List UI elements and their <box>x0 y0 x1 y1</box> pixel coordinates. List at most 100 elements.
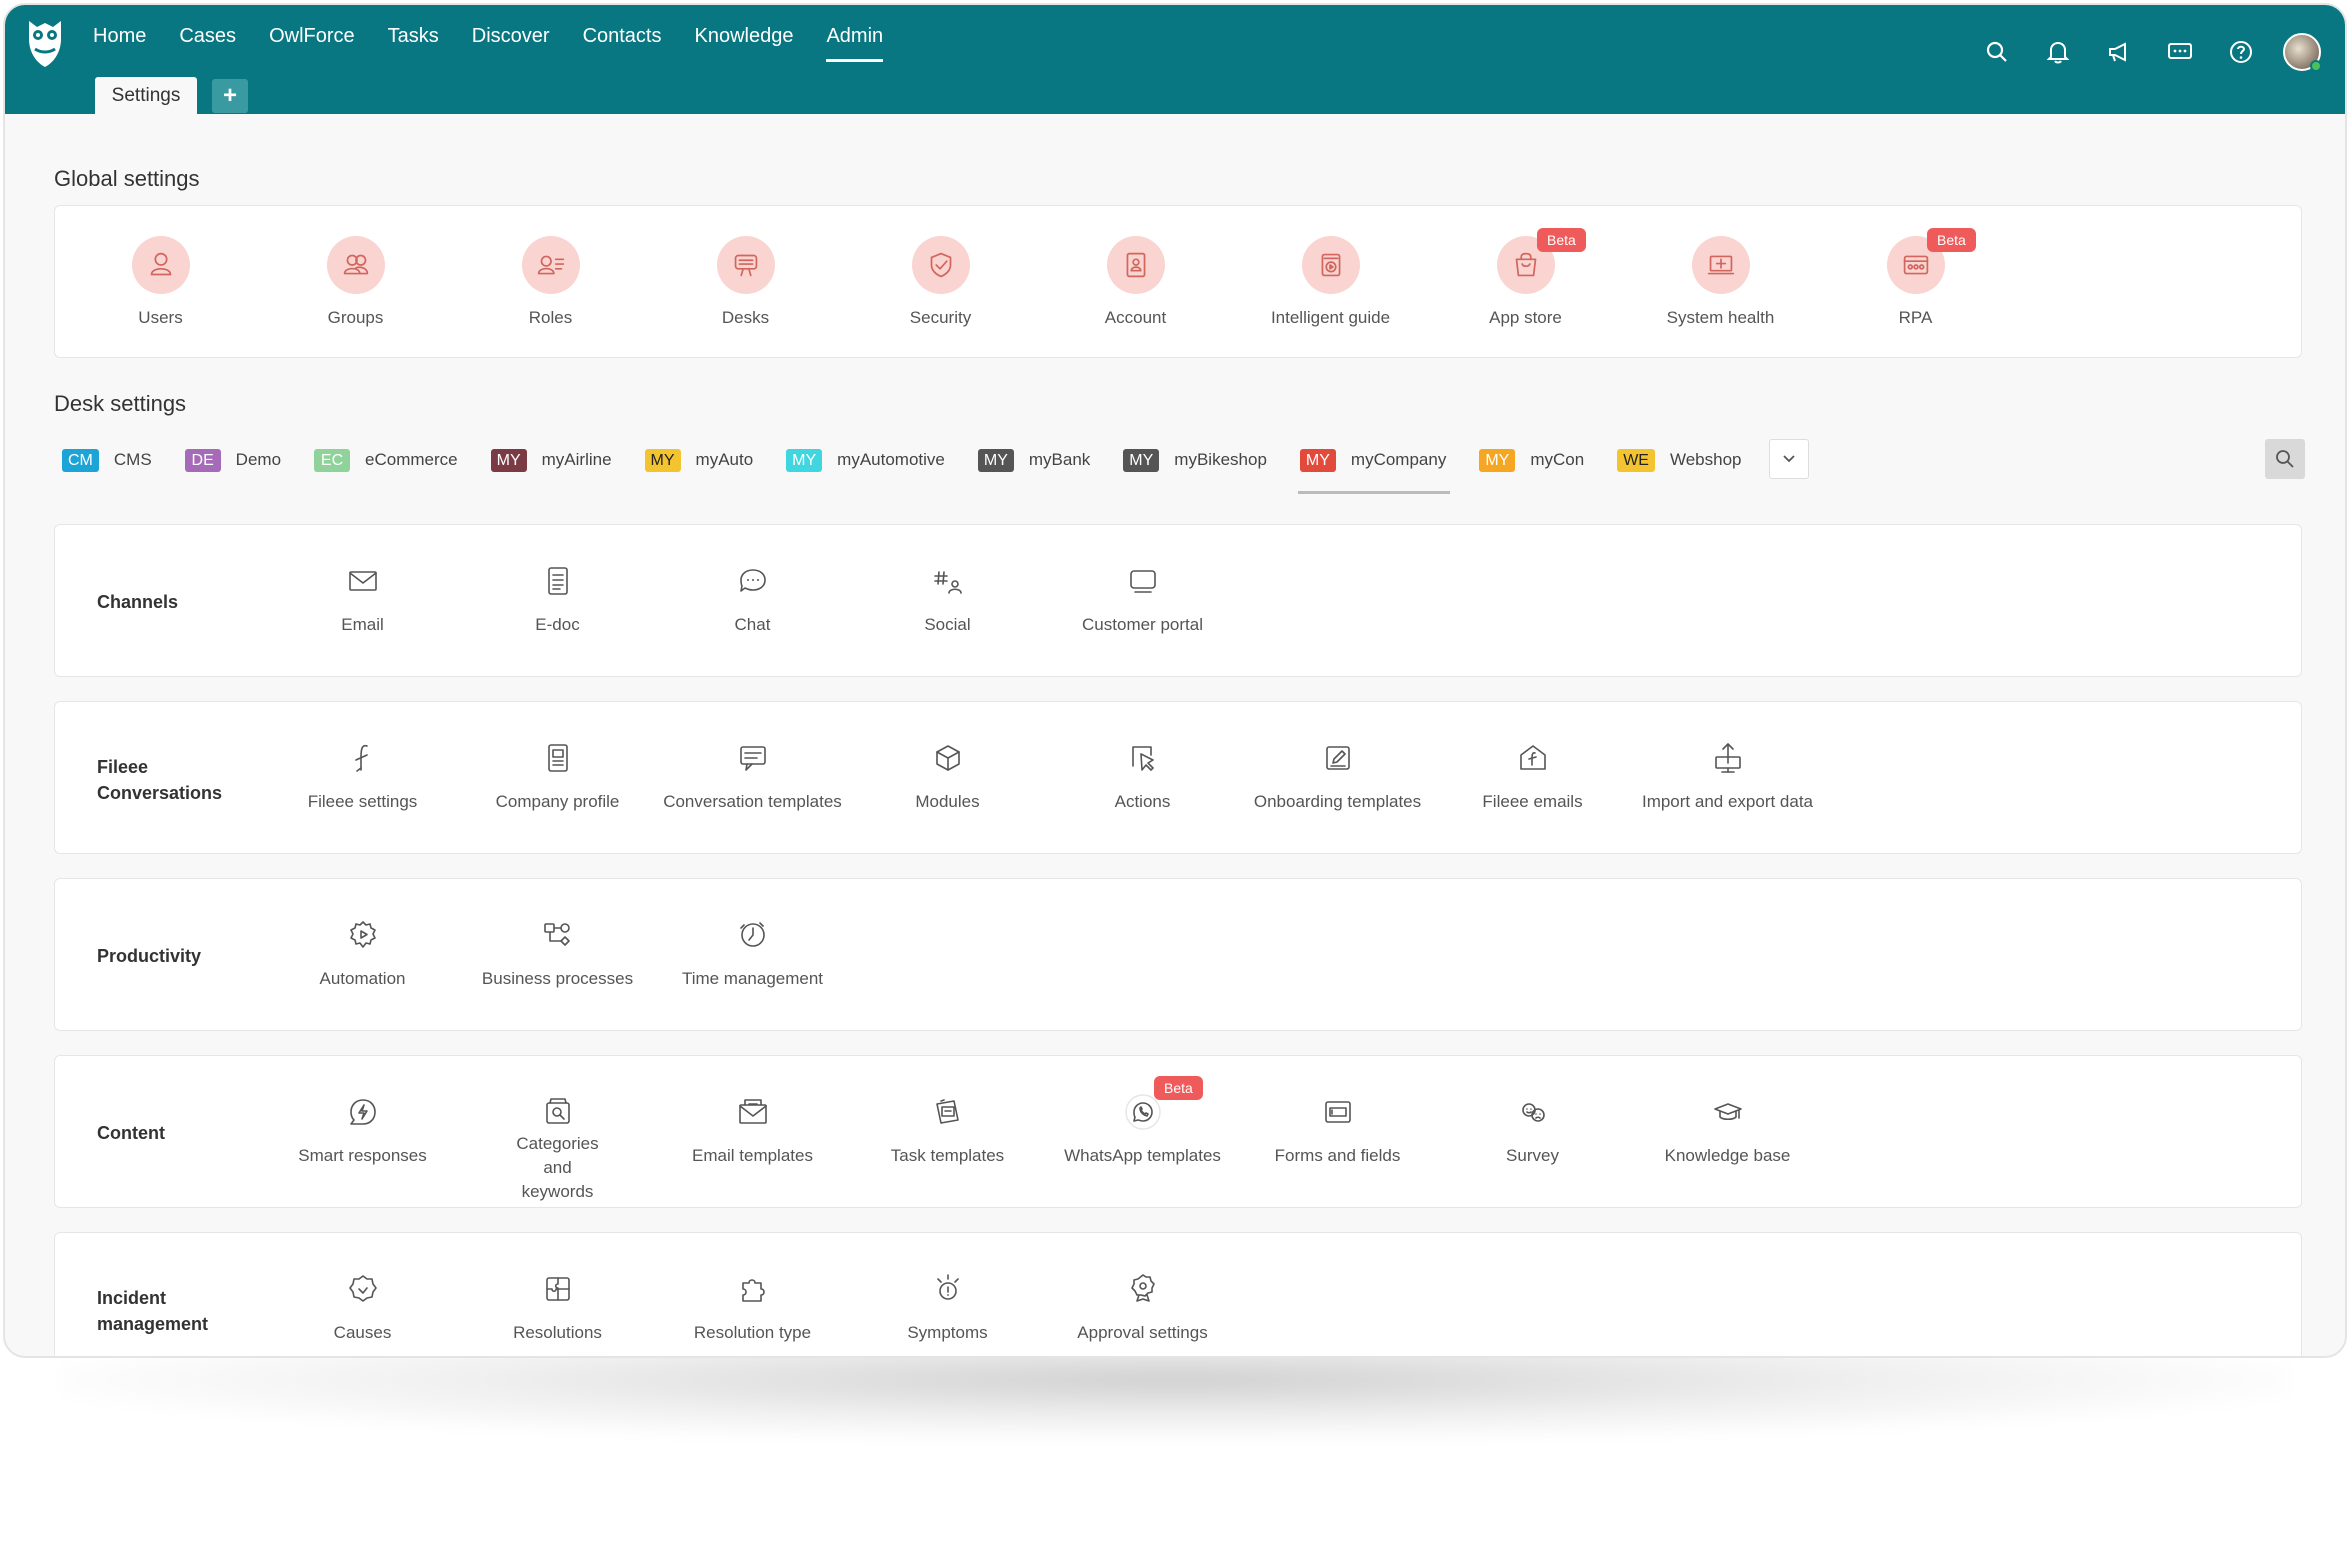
nav-item-contacts[interactable]: Contacts <box>583 19 662 54</box>
desk-tab-label: CMS <box>113 450 152 469</box>
help-icon[interactable] <box>2225 36 2257 68</box>
setting-item-conversation-templates[interactable]: Conversation templates <box>655 738 850 814</box>
setting-item-categories-and-keywords[interactable]: Categories and keywords <box>460 1092 655 1204</box>
user-avatar[interactable] <box>2283 33 2322 72</box>
setting-item-resolution-type[interactable]: Resolution type <box>655 1269 850 1345</box>
setting-item-fileee-settings[interactable]: Fileee settings <box>265 738 460 814</box>
desk-code-badge: DE <box>184 448 221 472</box>
desk-tab-label: myAutomotive <box>837 450 945 469</box>
rpa-icon <box>1903 255 1928 275</box>
desk-tab-label: Demo <box>235 450 282 469</box>
row-label: Productivity <box>97 946 202 966</box>
online-status-dot <box>2310 60 2322 72</box>
setting-item-survey[interactable]: Survey <box>1435 1092 1630 1168</box>
global-item-roles[interactable]: Roles <box>453 236 648 328</box>
nav-item-knowledge[interactable]: Knowledge <box>695 19 794 54</box>
symptoms-icon <box>936 1274 959 1300</box>
icon-circle <box>326 236 385 294</box>
desk-code-badge: MY <box>1123 448 1160 472</box>
cursor-icon <box>1131 746 1154 771</box>
desk-tab-demo[interactable]: DE Demo <box>184 448 282 472</box>
search-icon[interactable] <box>1981 36 2013 68</box>
beta-badge: Beta <box>1154 1076 1203 1100</box>
desk-tab-myairline[interactable]: MY myAirline <box>490 448 612 472</box>
chat-icon[interactable] <box>2164 36 2196 68</box>
more-desks-dropdown[interactable] <box>1769 439 1809 479</box>
setting-item-label: E-doc <box>535 615 580 634</box>
row-label: Incident management <box>97 1288 209 1334</box>
desk-search-button[interactable] <box>2265 439 2305 479</box>
nav-item-admin[interactable]: Admin <box>826 19 883 62</box>
desk-tab-mycompany[interactable]: MY myCompany <box>1297 448 1451 494</box>
desk-tab-mycon[interactable]: MY myCon <box>1479 448 1584 472</box>
desk-tab-mybikeshop[interactable]: MY myBikeshop <box>1123 448 1267 472</box>
setting-item-chat[interactable]: Chat <box>655 561 850 637</box>
setting-item-knowledge-base[interactable]: Knowledge base <box>1630 1092 1825 1168</box>
setting-item-company-profile[interactable]: Company profile <box>460 738 655 814</box>
desk-code-badge: MY <box>644 448 681 472</box>
setting-item-label: Fileee settings <box>307 792 418 811</box>
setting-item-label: Symptoms <box>907 1323 988 1342</box>
global-item-app-store[interactable]: App store <box>1428 236 1623 328</box>
add-tab-button[interactable]: + <box>212 79 248 113</box>
desk-tab-myauto[interactable]: MY myAuto <box>644 448 753 472</box>
global-item-label: Users <box>138 308 183 327</box>
global-item-label: Security <box>909 308 972 327</box>
setting-item-time-management[interactable]: Time management <box>655 915 850 991</box>
nav-item-cases[interactable]: Cases <box>179 19 236 54</box>
desk-tab-webshop[interactable]: WE Webshop <box>1617 448 1741 472</box>
setting-item-fileee-emails[interactable]: Fileee emails <box>1435 738 1630 814</box>
task-template-icon <box>935 1099 959 1124</box>
tab-settings[interactable]: Settings <box>95 77 197 115</box>
global-item-system-health[interactable]: System health <box>1623 236 1818 328</box>
megaphone-icon[interactable] <box>2103 36 2135 68</box>
setting-item-business-processes[interactable]: Business processes <box>460 915 655 991</box>
setting-item-label: Smart responses <box>298 1146 427 1165</box>
nav-item-tasks[interactable]: Tasks <box>388 19 439 54</box>
setting-item-symptoms[interactable]: Symptoms <box>850 1269 1045 1345</box>
setting-item-label: Modules <box>915 792 980 811</box>
setting-item-onboarding-templates[interactable]: Onboarding templates <box>1240 738 1435 814</box>
global-item-intelligent-guide[interactable]: Intelligent guide <box>1233 236 1428 328</box>
setting-item-customer-portal[interactable]: Customer portal <box>1045 561 1240 637</box>
global-item-security[interactable]: Security <box>843 236 1038 328</box>
setting-item-resolutions[interactable]: Resolutions <box>460 1269 655 1345</box>
setting-item-modules[interactable]: Modules <box>850 738 1045 814</box>
row-label: Channels <box>97 592 179 612</box>
setting-item-causes[interactable]: Causes <box>265 1269 460 1345</box>
settings-row-content: Content Smart responses Categories and k… <box>54 1055 2302 1208</box>
global-item-desks[interactable]: Desks <box>648 236 843 328</box>
bell-icon[interactable] <box>2042 36 2074 68</box>
setting-item-forms-and-fields[interactable]: Forms and fields <box>1240 1092 1435 1168</box>
portal-icon <box>1129 570 1156 593</box>
desk-tab-cms[interactable]: CM CMS <box>62 448 152 472</box>
setting-item-e-doc[interactable]: E-doc <box>460 561 655 637</box>
setting-item-automation[interactable]: Automation <box>265 915 460 991</box>
nav-item-owlforce[interactable]: OwlForce <box>269 19 355 54</box>
setting-item-email[interactable]: Email <box>265 561 460 637</box>
global-item-account[interactable]: Account <box>1038 236 1233 328</box>
owl-logo-icon[interactable] <box>23 17 67 71</box>
shield-icon <box>930 252 951 278</box>
setting-item-whatsapp-templates[interactable]: WhatsApp templates <box>1045 1092 1240 1168</box>
header-actions <box>1952 33 2322 72</box>
setting-item-label: Fileee emails <box>1482 792 1583 811</box>
import-export-icon <box>1714 743 1741 773</box>
nav-item-discover[interactable]: Discover <box>472 19 550 54</box>
setting-item-approval-settings[interactable]: Approval settings <box>1045 1269 1240 1345</box>
global-item-label: Intelligent guide <box>1270 308 1391 327</box>
setting-item-social[interactable]: Social <box>850 561 1045 637</box>
global-item-groups[interactable]: Groups <box>258 236 453 328</box>
global-item-rpa[interactable]: RPA <box>1818 236 2013 328</box>
nav-item-home[interactable]: Home <box>93 19 146 54</box>
desk-tab-ecommerce[interactable]: EC eCommerce <box>314 448 458 472</box>
setting-item-import-and-export-data[interactable]: Import and export data <box>1630 738 1825 814</box>
approval-icon <box>1130 1274 1155 1302</box>
global-item-users[interactable]: Users <box>63 236 258 328</box>
setting-item-smart-responses[interactable]: Smart responses <box>265 1092 460 1168</box>
desk-tab-mybank[interactable]: MY myBank <box>977 448 1090 472</box>
setting-item-task-templates[interactable]: Task templates <box>850 1092 1045 1168</box>
desk-tab-myautomotive[interactable]: MY myAutomotive <box>786 448 945 472</box>
setting-item-actions[interactable]: Actions <box>1045 738 1240 814</box>
setting-item-email-templates[interactable]: Email templates <box>655 1092 850 1168</box>
